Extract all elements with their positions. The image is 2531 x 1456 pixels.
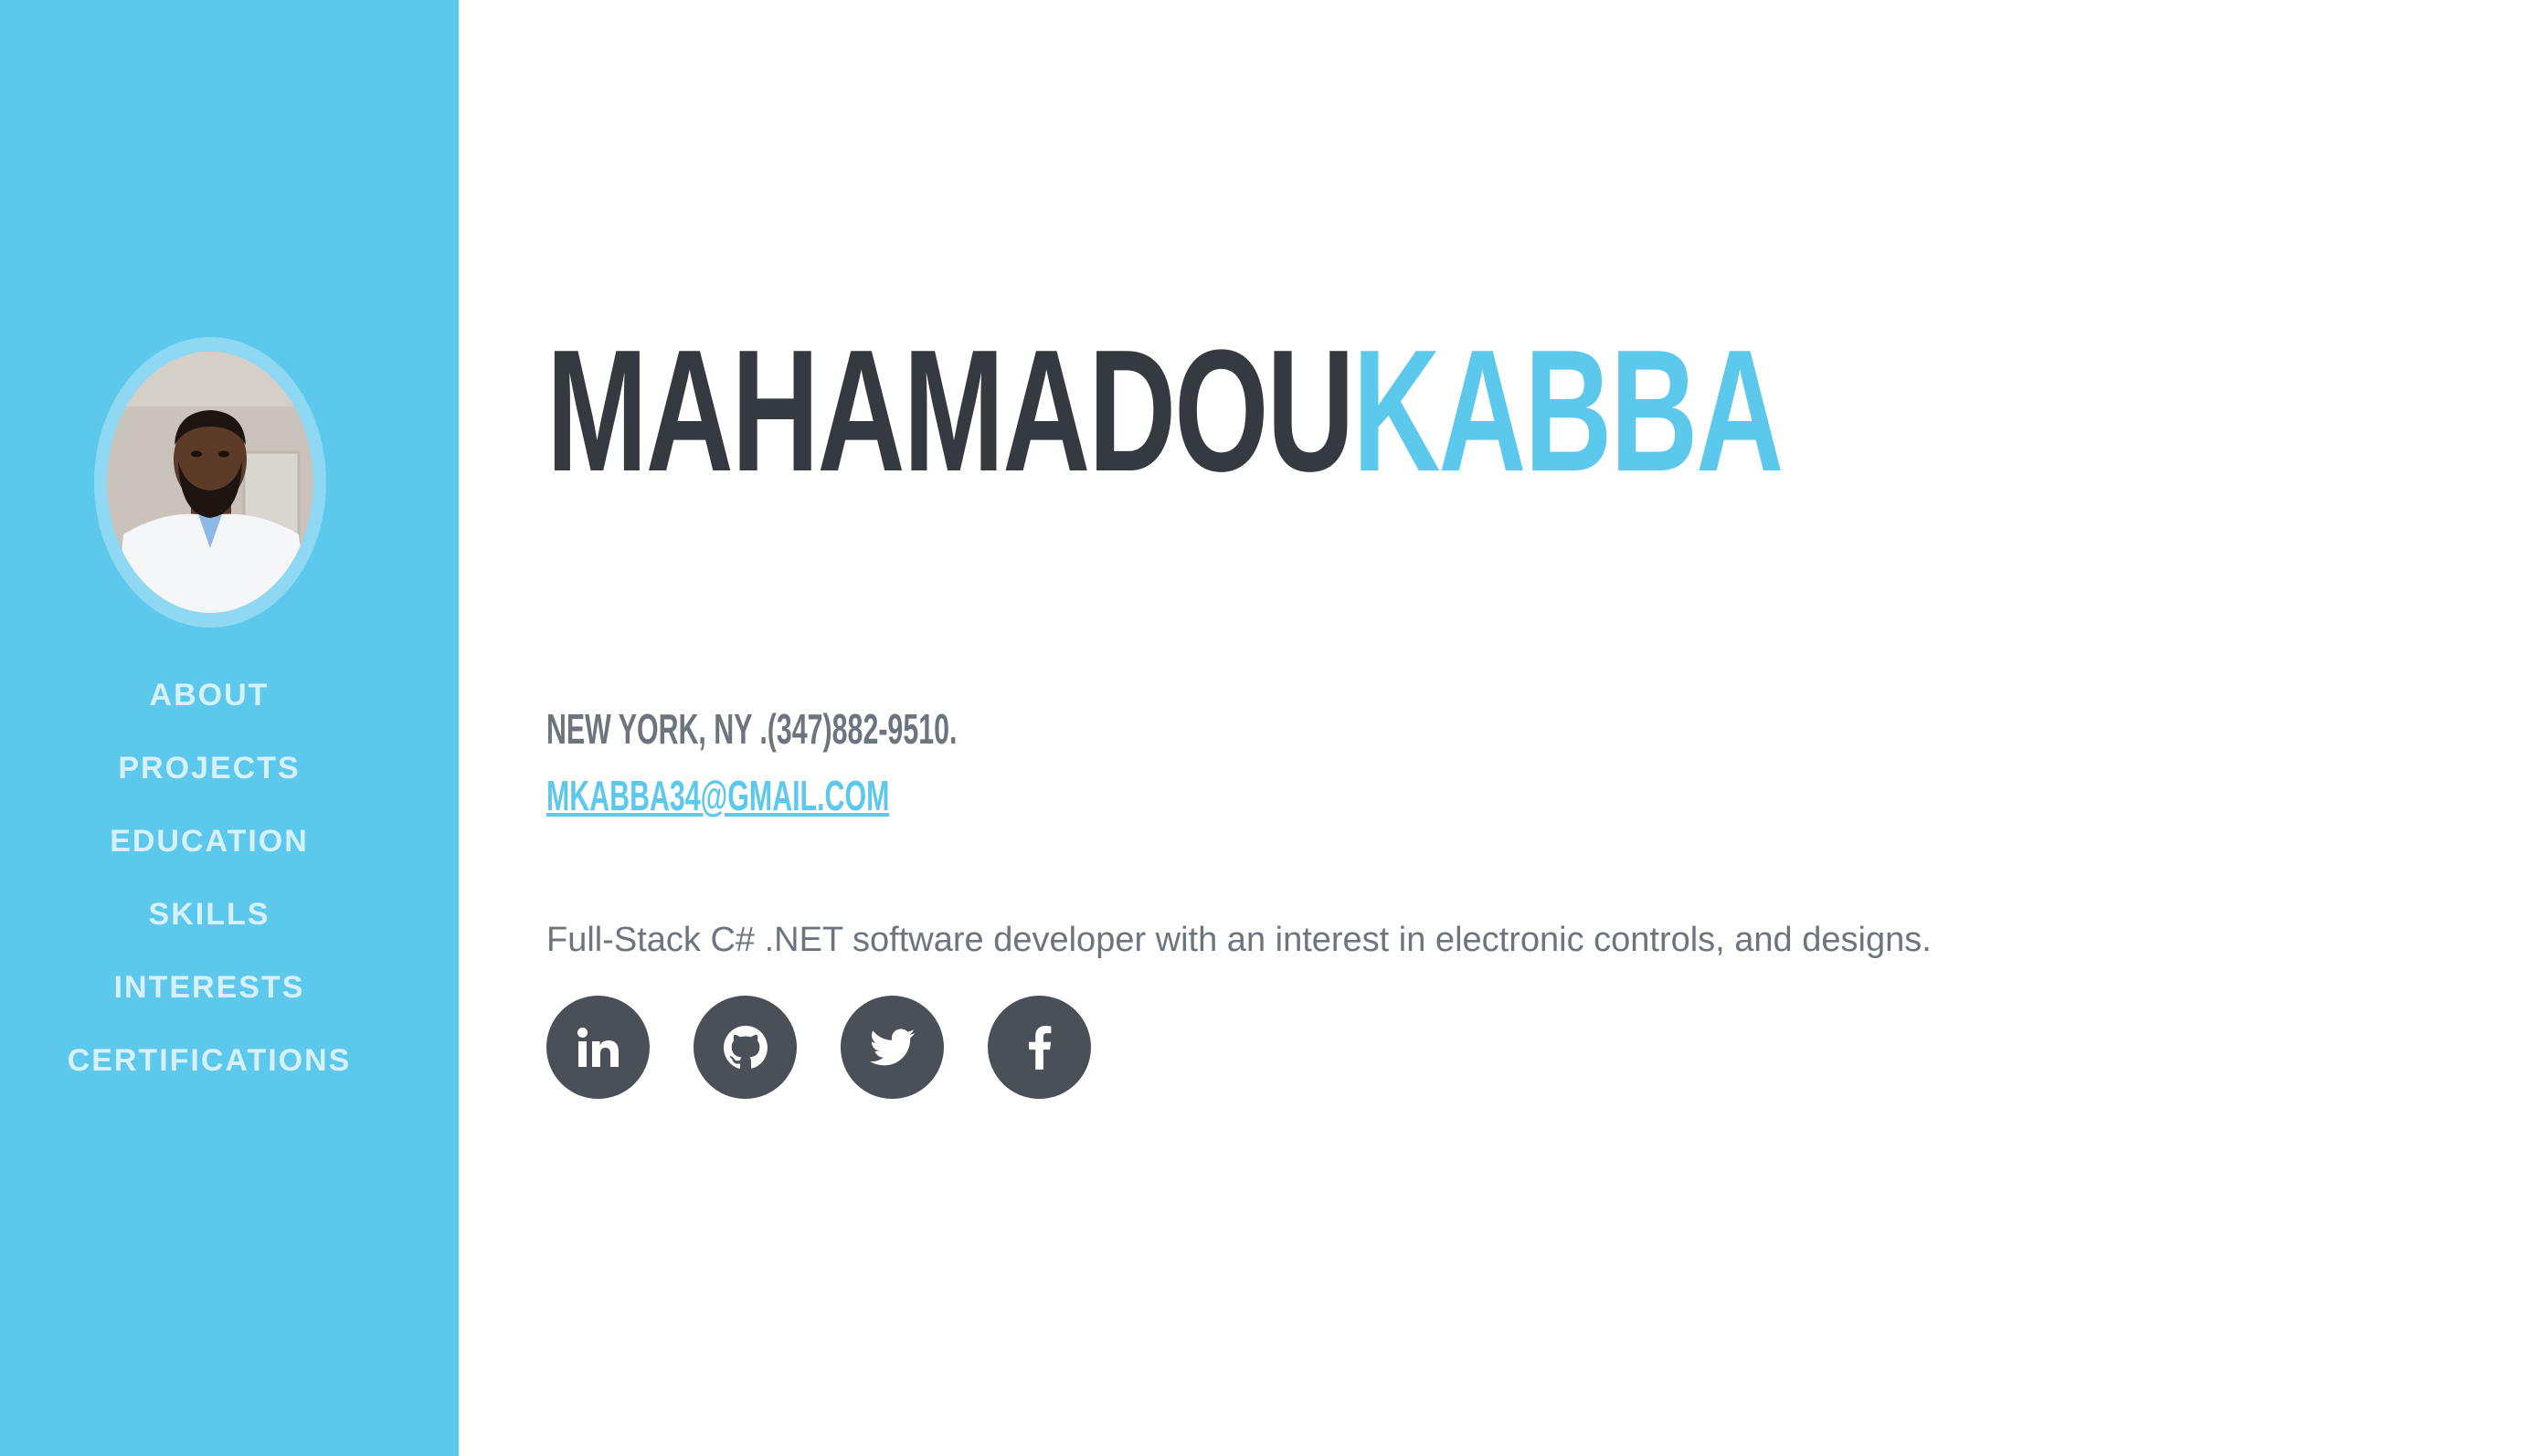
sidebar: ABOUT PROJECTS EDUCATION SKILLS INTEREST… — [0, 0, 459, 1456]
profile-avatar — [94, 337, 326, 628]
github-icon — [723, 1025, 768, 1069]
nav-item-education[interactable]: EDUCATION — [0, 818, 418, 891]
nav-item-skills[interactable]: SKILLS — [0, 891, 418, 964]
nav-item-certifications[interactable]: CERTIFICATIONS — [0, 1037, 418, 1110]
profile-photo — [107, 352, 313, 613]
facebook-button[interactable] — [988, 996, 1091, 1099]
linkedin-icon — [577, 1027, 619, 1067]
first-name: MAHAMADOU — [546, 314, 1355, 508]
social-links — [546, 996, 1091, 1099]
contact-info: NEW YORK, NY .(347)882-9510. — [546, 705, 958, 753]
twitter-button[interactable] — [841, 996, 944, 1099]
nav-item-interests[interactable]: INTERESTS — [0, 964, 418, 1037]
nav-item-about[interactable]: ABOUT — [0, 671, 418, 744]
name-heading: MAHAMADOUKABBA — [546, 320, 1784, 502]
last-name: KABBA — [1352, 314, 1784, 508]
github-button[interactable] — [694, 996, 797, 1099]
twitter-icon — [869, 1028, 915, 1065]
sidebar-nav: ABOUT PROJECTS EDUCATION SKILLS INTEREST… — [0, 671, 418, 1110]
email-link[interactable]: MKABBA34@GMAIL.COM — [546, 770, 889, 821]
linkedin-button[interactable] — [546, 996, 650, 1099]
page: ABOUT PROJECTS EDUCATION SKILLS INTEREST… — [0, 0, 2531, 1456]
facebook-icon — [1028, 1025, 1051, 1070]
nav-item-projects[interactable]: PROJECTS — [0, 744, 418, 818]
tagline: Full-Stack C# .NET software developer wi… — [546, 921, 1932, 959]
